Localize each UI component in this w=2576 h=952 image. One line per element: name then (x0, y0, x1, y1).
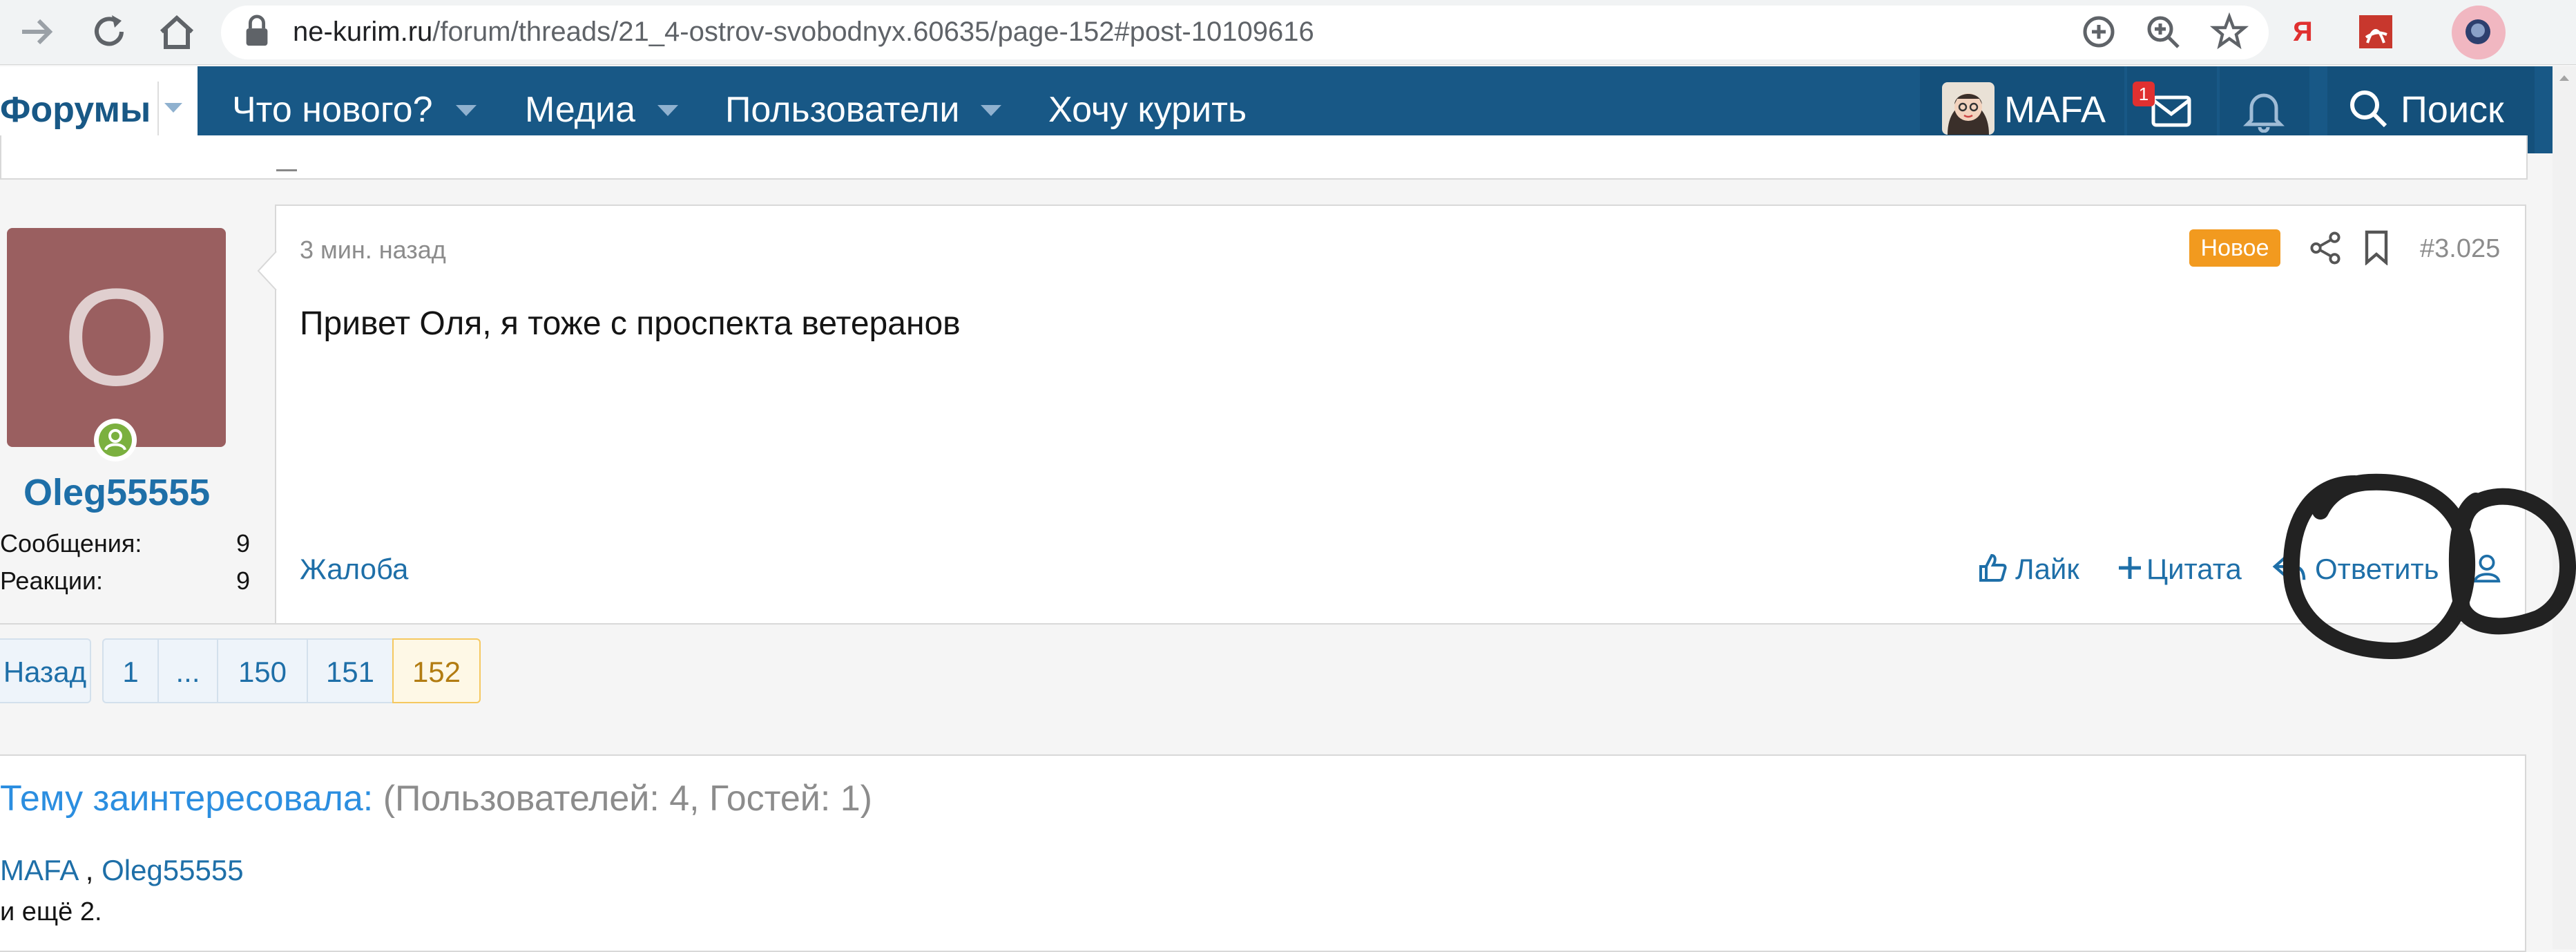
caret-down-icon[interactable] (656, 103, 680, 118)
quote-button[interactable]: Цитата (2146, 549, 2242, 590)
page-current[interactable]: 152 (392, 638, 481, 703)
page-link[interactable]: 1 (102, 638, 159, 703)
viewers-more: и ещё 2. (0, 897, 102, 926)
nav-whats-new[interactable]: Что нового? (232, 87, 433, 133)
previous-post (0, 135, 2528, 180)
tab-divider (157, 82, 159, 140)
user-avatar[interactable] (1942, 82, 1995, 135)
report-link[interactable]: Жалоба (300, 549, 408, 590)
caret-down-icon[interactable] (979, 103, 1003, 118)
tab-forums-label[interactable]: Форумы (0, 89, 151, 131)
viewer-link[interactable]: Oleg55555 (102, 854, 244, 886)
divider (276, 169, 297, 171)
search-icon[interactable] (2348, 88, 2390, 130)
inbox-count-badge: 1 (2133, 82, 2155, 106)
bell-icon[interactable] (2243, 88, 2285, 133)
nav-users[interactable]: Пользователи (725, 87, 959, 133)
hand-drawn-circles (2282, 473, 2576, 660)
viewer-separator: , (85, 854, 94, 886)
author-name[interactable]: Oleg55555 (23, 468, 210, 517)
home-icon[interactable] (155, 10, 199, 54)
caret-down-icon[interactable] (454, 103, 478, 118)
viewers-title-link[interactable]: Тему заинтересовала: (0, 779, 373, 819)
forward-arrow-icon[interactable] (15, 10, 59, 54)
caret-down-icon[interactable] (163, 101, 184, 115)
panel-pointer (257, 251, 277, 290)
url-host: ne-kurim.ru (293, 17, 433, 47)
share-icon[interactable] (2308, 231, 2343, 265)
url-text[interactable]: ne-kurim.ru/forum/threads/21_4-ostrov-sv… (293, 11, 1314, 53)
stat-reactions-label: Реакции: (0, 567, 104, 595)
zoom-icon[interactable] (2141, 10, 2185, 54)
viewers-title: Тему заинтересовала: (Пользователей: 4, … (0, 774, 872, 824)
add-circle-icon[interactable] (2077, 10, 2121, 54)
thumbs-up-icon[interactable] (1977, 551, 2010, 584)
stat-messages-value: 9 (236, 529, 251, 558)
search-label[interactable]: Поиск (2401, 87, 2504, 133)
page-link[interactable]: 150 (217, 638, 308, 703)
stat-reactions-value: 9 (236, 567, 251, 595)
yandex-extension-icon[interactable]: Я (2293, 10, 2320, 54)
scroll-up-arrow-icon[interactable] (2555, 69, 2573, 87)
post-body: Привет Оля, я тоже с проспекта ветеранов (300, 305, 961, 342)
bookmark-icon[interactable] (2361, 229, 2392, 265)
page-ellipsis[interactable]: ... (157, 638, 218, 703)
plus-icon[interactable] (2117, 554, 2142, 582)
page-prev-button[interactable]: Назад (0, 638, 91, 703)
author-initial[interactable]: O (7, 228, 226, 447)
user-name[interactable]: MAFA (2004, 87, 2106, 133)
post-number[interactable]: #3.025 (2420, 231, 2500, 267)
nav-media[interactable]: Медиа (525, 87, 635, 133)
page-link[interactable]: 151 (307, 638, 394, 703)
viewer-link[interactable]: MAFA (0, 854, 77, 886)
profile-avatar-icon (2466, 19, 2490, 44)
reload-icon[interactable] (87, 10, 131, 54)
lock-icon[interactable] (242, 14, 272, 48)
viewers-list: MAFA , Oleg55555 (0, 850, 244, 891)
bookmark-star-icon[interactable] (2207, 10, 2251, 54)
url-path: /forum/threads/21_4-ostrov-svobodnyx.606… (432, 17, 1314, 47)
new-badge: Новое (2189, 229, 2280, 267)
viewers-count: (Пользователей: 4, Гостей: 1) (383, 779, 872, 819)
post-timestamp[interactable]: 3 мин. назад (300, 232, 446, 268)
envelope-icon[interactable] (2149, 92, 2193, 131)
stat-messages-label: Сообщения: (0, 529, 142, 558)
user-online-icon (104, 429, 126, 450)
cartoon-avatar-icon (1948, 93, 1989, 135)
nav-want-smoke[interactable]: Хочу курить (1048, 87, 1247, 133)
pdf-extension-icon[interactable] (2354, 10, 2398, 54)
like-button[interactable]: Лайк (2015, 549, 2079, 590)
